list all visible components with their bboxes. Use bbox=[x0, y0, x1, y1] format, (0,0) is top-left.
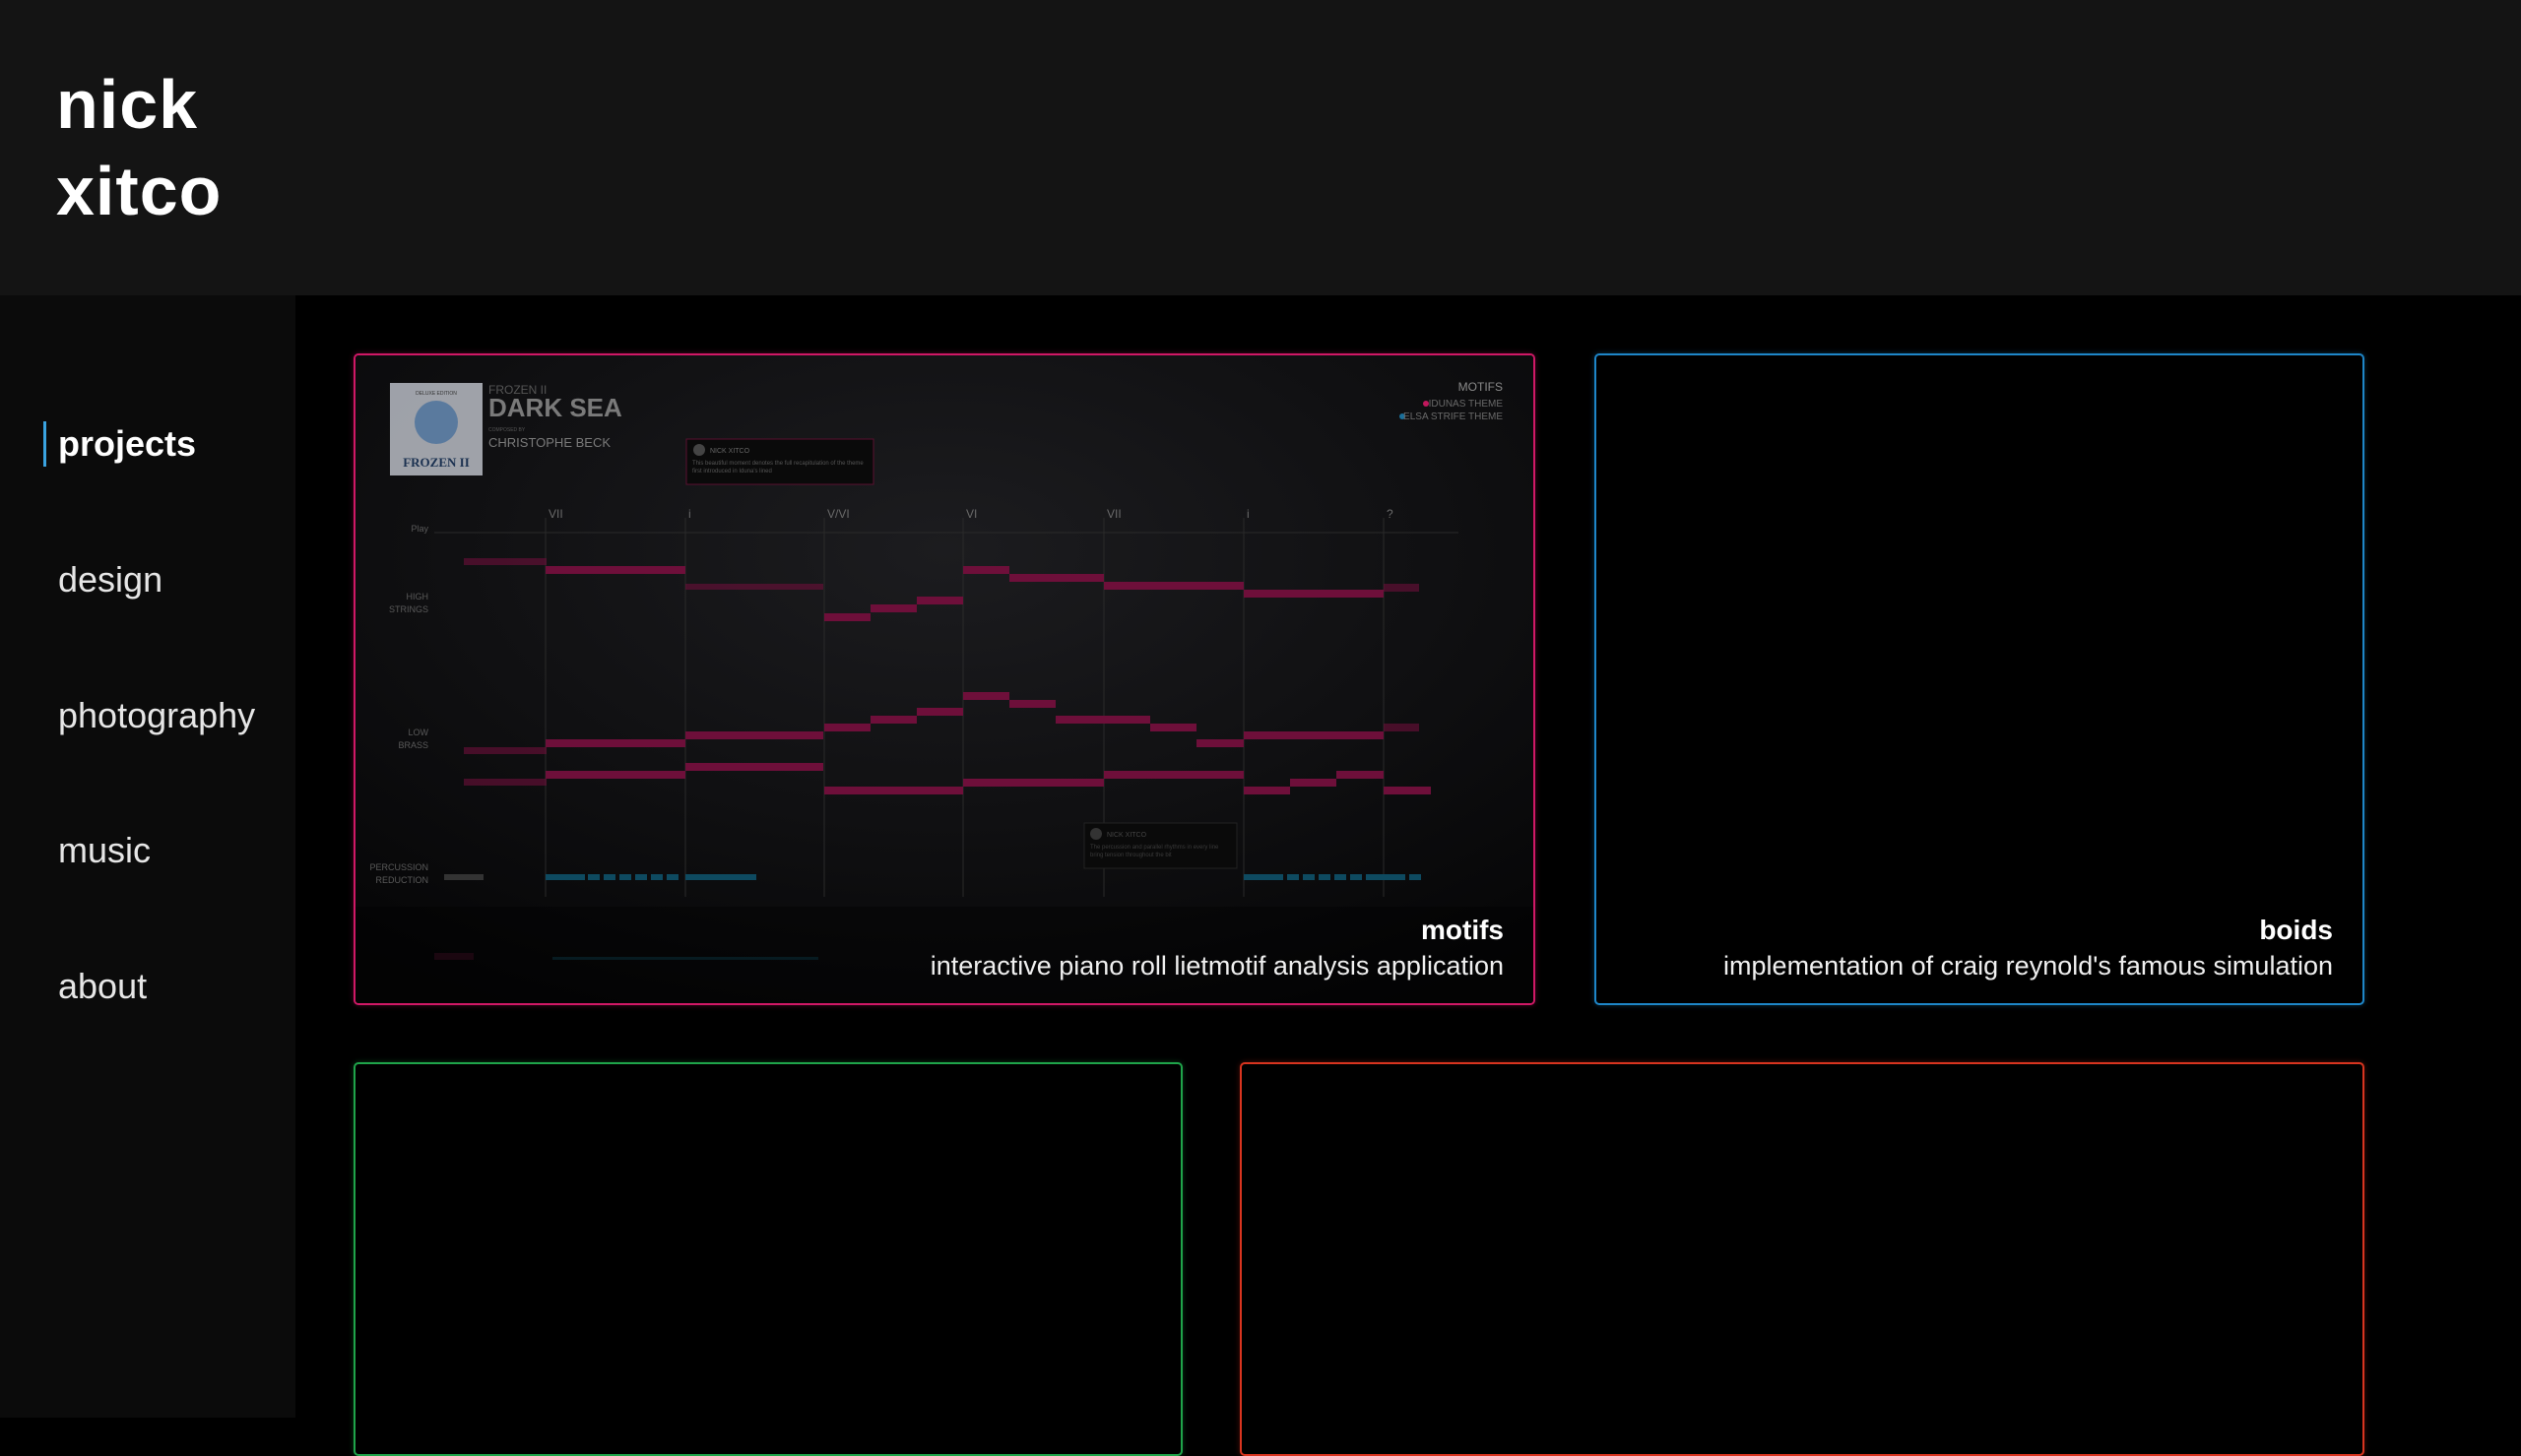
project-title: motifs bbox=[1421, 915, 1504, 945]
project-card-3[interactable] bbox=[354, 1062, 1183, 1456]
comment-bubble: NICK XITCO The percussion and parallel r… bbox=[1083, 822, 1238, 869]
album-art: DELUXE EDITION FROZEN II bbox=[390, 383, 483, 475]
row-label: BRASS bbox=[398, 740, 428, 750]
project-description: implementation of craig reynold's famous… bbox=[1723, 951, 2333, 981]
chord-label: V/VI bbox=[827, 507, 850, 521]
project-card-4[interactable] bbox=[1240, 1062, 2364, 1456]
motifs-preview-image: DELUXE EDITION FROZEN II FROZEN II DARK … bbox=[356, 355, 1533, 1003]
project-description: interactive piano roll lietmotif analysi… bbox=[930, 951, 1504, 981]
album-logo-text: FROZEN II bbox=[403, 455, 470, 470]
legend-title: MOTIFS bbox=[1458, 380, 1503, 394]
legend-item: IDUNAS THEME bbox=[1429, 399, 1504, 410]
project-card-motifs[interactable]: DELUXE EDITION FROZEN II FROZEN II DARK … bbox=[354, 353, 1535, 1005]
comment-bubble: NICK XITCO This beautiful moment denotes… bbox=[685, 438, 874, 485]
row-label: Play bbox=[411, 524, 428, 534]
project-card-boids[interactable]: boids implementation of craig reynold's … bbox=[1594, 353, 2364, 1005]
brand-line-first: nick bbox=[56, 66, 199, 143]
chord-label: VI bbox=[966, 507, 977, 521]
chord-label: ? bbox=[1387, 507, 1393, 521]
song-title: DARK SEA bbox=[488, 393, 622, 422]
row-label: LOW bbox=[408, 728, 428, 737]
legend-item: ELSA STRIFE THEME bbox=[1403, 411, 1503, 422]
nav-item-label: photography bbox=[58, 695, 256, 735]
row-label: HIGH bbox=[407, 592, 429, 601]
row-label: PERCUSSION bbox=[369, 862, 428, 872]
nav-item-music[interactable]: music bbox=[58, 828, 151, 873]
nav-item-about[interactable]: about bbox=[58, 964, 147, 1009]
nav-item-projects[interactable]: projects bbox=[43, 421, 197, 467]
nav-item-photography[interactable]: photography bbox=[58, 693, 255, 738]
active-indicator bbox=[43, 421, 46, 467]
svg-text:NICK XITCO: NICK XITCO bbox=[1107, 832, 1147, 839]
brand-line-last: xitco bbox=[56, 153, 223, 229]
nav-item-label: about bbox=[58, 966, 148, 1006]
chord-label: VII bbox=[549, 507, 563, 521]
svg-text:NICK XITCO: NICK XITCO bbox=[710, 448, 750, 455]
sidebar-nav: projects design photography music about bbox=[0, 295, 295, 1418]
row-label: STRINGS bbox=[389, 604, 428, 614]
site-header: nick xitco bbox=[0, 0, 2521, 295]
album-edition-text: DELUXE EDITION bbox=[416, 391, 457, 397]
chord-label: i bbox=[1247, 507, 1250, 521]
site-logo[interactable]: nick xitco bbox=[56, 61, 222, 234]
nav-item-design[interactable]: design bbox=[58, 557, 162, 602]
row-label: REDUCTION bbox=[376, 875, 429, 885]
nav-item-label: design bbox=[58, 559, 163, 600]
nav-item-label: music bbox=[58, 830, 152, 870]
nav-item-label: projects bbox=[58, 423, 197, 464]
chord-label: i bbox=[688, 507, 691, 521]
composer-label: COMPOSED BY bbox=[488, 427, 526, 433]
project-title: boids bbox=[2259, 915, 2333, 945]
chord-label: VII bbox=[1107, 507, 1122, 521]
composer-name: CHRISTOPHE BECK bbox=[488, 435, 611, 450]
projects-grid: DELUXE EDITION FROZEN II FROZEN II DARK … bbox=[295, 295, 2521, 1456]
